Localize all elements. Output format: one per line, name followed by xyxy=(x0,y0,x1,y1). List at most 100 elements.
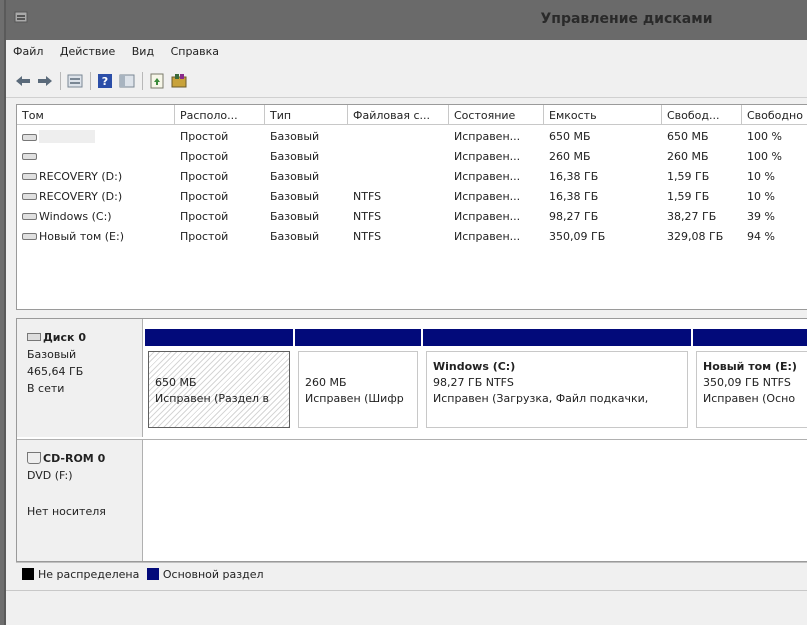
volume-capacity: 350,09 ГБ xyxy=(549,230,606,243)
volume-type: Базовый xyxy=(270,230,320,243)
cd-drive-icon xyxy=(27,452,41,464)
partition-name: Windows (C:) xyxy=(433,360,516,373)
console-view-icon[interactable] xyxy=(118,72,136,90)
volume-type: Базовый xyxy=(270,130,320,143)
back-arrow-icon[interactable] xyxy=(14,72,32,90)
column-header-volume[interactable]: Том xyxy=(17,105,175,125)
volume-layout: Простой xyxy=(180,130,229,143)
volume-status: Исправен... xyxy=(454,150,521,163)
disk-0-state: В сети xyxy=(27,382,65,395)
menu-file[interactable]: Файл xyxy=(6,40,49,58)
volume-free-space: 1,59 ГБ xyxy=(667,190,710,203)
legend-primary: Основной раздел xyxy=(162,568,264,581)
volume-layout: Простой xyxy=(180,150,229,163)
cdrom-0-name: CD-ROM 0 xyxy=(43,452,106,465)
cdrom-0-type: DVD (F:) xyxy=(27,469,73,482)
volume-row[interactable]: RECOVERY (D:) Простой Базовый NTFS Испра… xyxy=(17,186,807,206)
volume-list: Том Располо... Тип Файловая с... Состоян… xyxy=(16,104,807,310)
volume-status: Исправен... xyxy=(454,130,521,143)
volume-name: Новый том (E:) xyxy=(17,226,175,246)
toolbar: ? xyxy=(6,64,807,98)
disk-0-type: Базовый xyxy=(27,348,77,361)
partition-status: Исправен (Шифр xyxy=(305,392,404,405)
column-header-free-space[interactable]: Свобод... xyxy=(662,105,742,125)
volume-capacity: 98,27 ГБ xyxy=(549,210,599,223)
volume-filesystem: NTFS xyxy=(353,190,382,203)
drive-icon xyxy=(22,193,37,200)
volume-row[interactable]: Простой Базовый Исправен... 260 МБ 260 М… xyxy=(17,146,807,166)
partition-size: 98,27 ГБ NTFS xyxy=(433,376,514,389)
partition-size: 350,09 ГБ NTFS xyxy=(703,376,791,389)
volume-filesystem xyxy=(348,146,449,166)
list-view-icon[interactable] xyxy=(66,72,84,90)
primary-partition-bar xyxy=(423,329,691,346)
volume-row[interactable]: Новый том (E:) Простой Базовый NTFS Испр… xyxy=(17,226,807,246)
partition-name: Новый том (E:) xyxy=(703,360,797,373)
menu-view[interactable]: Вид xyxy=(125,40,160,58)
disk-0-name: Диск 0 xyxy=(43,331,86,344)
volume-free-percent: 10 % xyxy=(747,170,775,183)
volume-free-space: 1,59 ГБ xyxy=(667,170,710,183)
column-header-filesystem[interactable]: Файловая с... xyxy=(348,105,449,125)
column-header-status[interactable]: Состояние xyxy=(449,105,544,125)
partition-new-volume-e[interactable]: Новый том (E:) 350,09 ГБ NTFS Исправен (… xyxy=(693,329,807,434)
volume-free-space: 650 МБ xyxy=(667,130,709,143)
disk-0-label[interactable]: Диск 0 Базовый 465,64 ГБ В сети xyxy=(17,319,143,437)
volume-free-percent: 10 % xyxy=(747,190,775,203)
hard-disk-icon xyxy=(27,333,41,341)
volume-name xyxy=(17,126,175,146)
drive-icon xyxy=(22,233,37,240)
svg-text:?: ? xyxy=(102,75,108,88)
partition-body: Windows (C:) 98,27 ГБ NTFS Исправен (Заг… xyxy=(426,351,688,428)
partition-windows-c[interactable]: Windows (C:) 98,27 ГБ NTFS Исправен (Заг… xyxy=(423,329,691,434)
column-header-layout[interactable]: Располо... xyxy=(175,105,265,125)
menu-action[interactable]: Действие xyxy=(53,40,121,58)
window-title: Управление дисками xyxy=(540,11,713,27)
cdrom-0-label[interactable]: CD-ROM 0 DVD (F:) Нет носителя xyxy=(17,440,143,561)
drive-icon xyxy=(22,153,37,160)
volume-free-percent: 94 % xyxy=(747,230,775,243)
primary-partition-swatch xyxy=(146,568,159,580)
help-icon[interactable]: ? xyxy=(96,72,114,90)
partition-body: 260 МБ Исправен (Шифр xyxy=(298,351,418,428)
volume-row[interactable]: Windows (C:) Простой Базовый NTFS Исправ… xyxy=(17,206,807,226)
volume-filesystem xyxy=(348,126,449,146)
volume-status: Исправен... xyxy=(454,210,521,223)
volume-layout: Простой xyxy=(180,210,229,223)
volume-free-space: 260 МБ xyxy=(667,150,709,163)
volume-free-space: 38,27 ГБ xyxy=(667,210,717,223)
partition-status: Исправен (Раздел в xyxy=(155,392,270,405)
column-header-capacity[interactable]: Емкость xyxy=(544,105,662,125)
menu-help[interactable]: Справка xyxy=(164,40,225,58)
refresh-icon[interactable] xyxy=(148,72,166,90)
volume-row[interactable]: RECOVERY (D:) Простой Базовый Исправен..… xyxy=(17,166,807,186)
partition-recovery-650[interactable]: 650 МБ Исправен (Раздел в xyxy=(145,329,293,434)
partition-body: 650 МБ Исправен (Раздел в xyxy=(148,351,290,428)
volume-type: Базовый xyxy=(270,150,320,163)
volume-free-percent: 100 % xyxy=(747,130,782,143)
status-bar xyxy=(6,590,807,620)
partition-size: 650 МБ xyxy=(155,376,197,389)
partition-status: Исправен (Осно xyxy=(703,392,796,405)
forward-arrow-icon[interactable] xyxy=(36,72,54,90)
column-header-type[interactable]: Тип xyxy=(265,105,348,125)
volume-type: Базовый xyxy=(270,170,320,183)
volume-layout: Простой xyxy=(180,190,229,203)
unallocated-swatch xyxy=(22,568,34,580)
legend-unallocated: Не распределена xyxy=(38,568,140,581)
volume-row[interactable]: Простой Базовый Исправен... 650 МБ 650 М… xyxy=(17,126,807,146)
column-header-free-percent[interactable]: Свободно xyxy=(742,105,807,125)
volume-type: Базовый xyxy=(270,190,320,203)
volume-name: RECOVERY (D:) xyxy=(17,186,175,206)
title-bar[interactable]: Управление дисками xyxy=(6,0,807,40)
drive-icon xyxy=(22,213,37,220)
volume-capacity: 16,38 ГБ xyxy=(549,190,599,203)
volume-name: RECOVERY (D:) xyxy=(17,166,175,186)
disk-0-size: 465,64 ГБ xyxy=(27,365,84,378)
properties-icon[interactable] xyxy=(170,72,188,90)
volume-filesystem: NTFS xyxy=(353,230,382,243)
drive-icon xyxy=(22,173,37,180)
partition-efi-260[interactable]: 260 МБ Исправен (Шифр xyxy=(295,329,421,434)
volume-filesystem xyxy=(348,166,449,186)
volume-capacity: 650 МБ xyxy=(549,130,591,143)
